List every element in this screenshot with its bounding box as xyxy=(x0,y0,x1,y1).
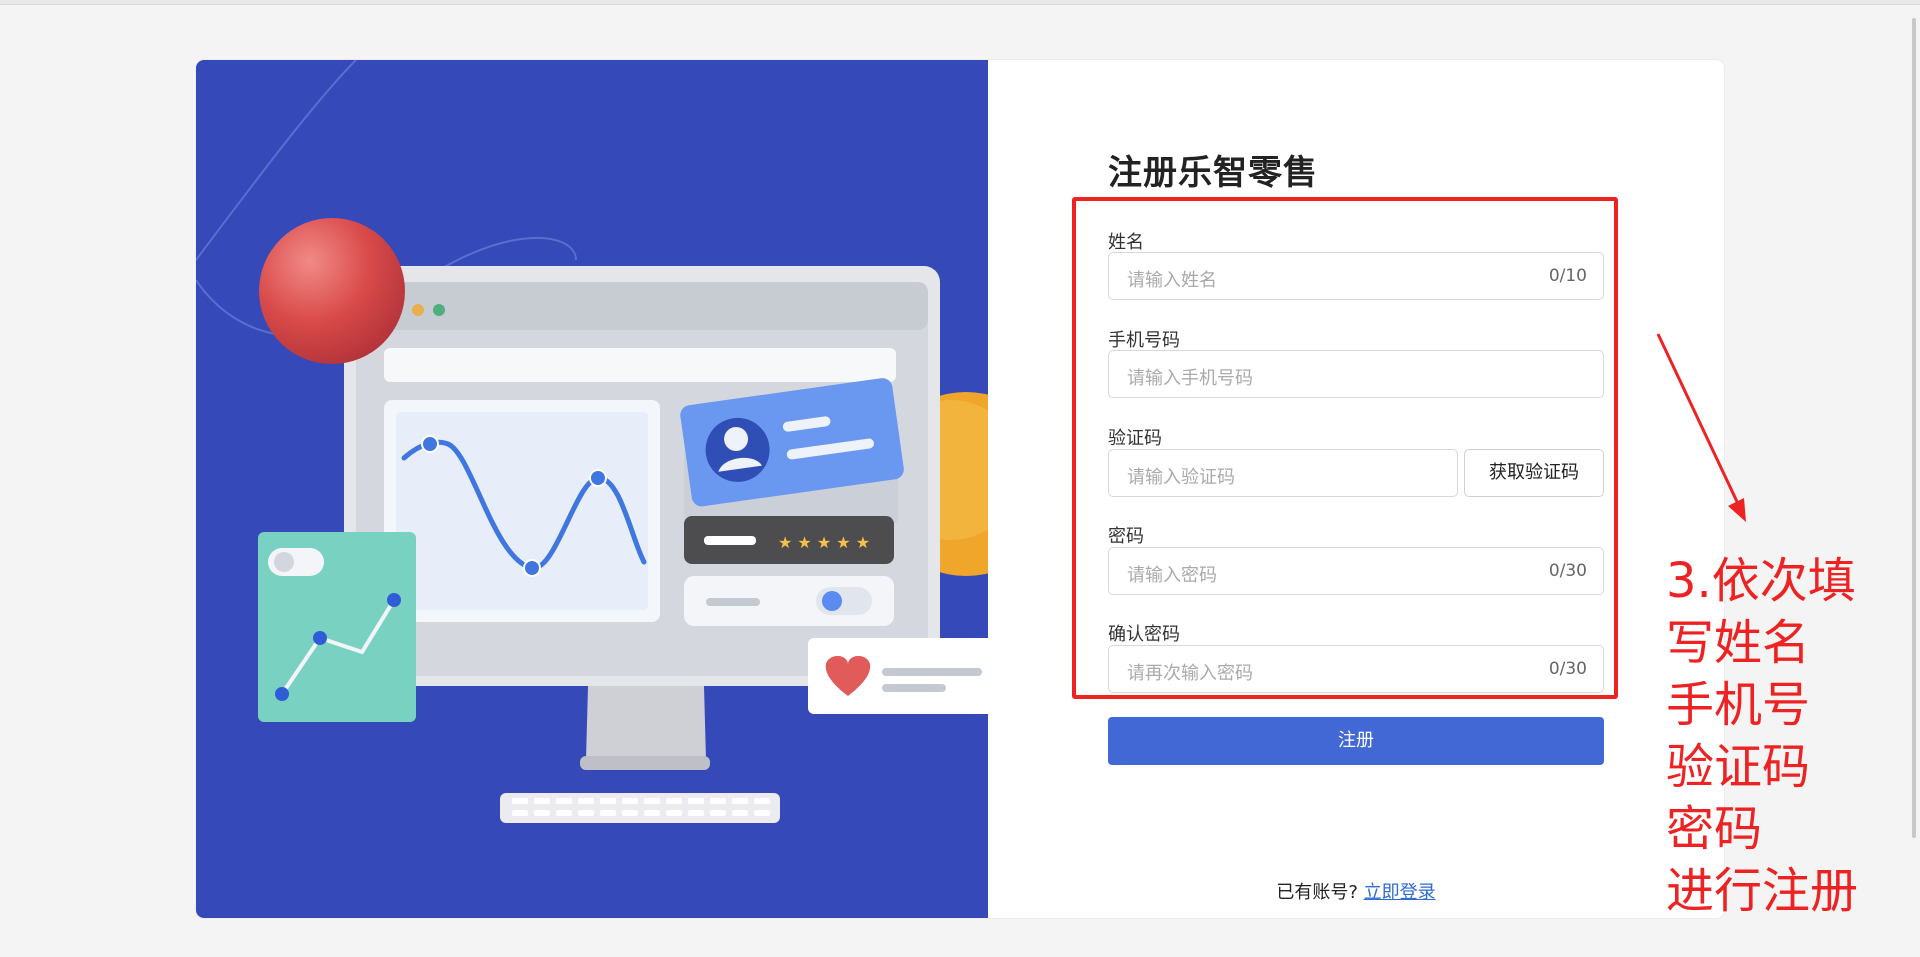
register-card: ★ ★ ★ ★ ★ 注册乐智零售 姓名 请输入姓名 0/10 手机号码 请输入手… xyxy=(196,60,1724,918)
password-counter: 0/30 xyxy=(1548,561,1587,581)
hero-illustration: ★ ★ ★ ★ ★ xyxy=(196,60,988,918)
code-label: 验证码 xyxy=(1108,428,1162,449)
register-button[interactable]: 注册 xyxy=(1108,717,1604,765)
code-input[interactable]: 请输入验证码 xyxy=(1108,449,1458,497)
phone-label: 手机号码 xyxy=(1108,330,1180,351)
computer-illustration: ★ ★ ★ ★ ★ xyxy=(196,60,988,823)
annotation-line: 3.依次填 xyxy=(1666,553,1856,609)
annotation-line: 密码 xyxy=(1666,801,1763,857)
svg-text:★ ★ ★ ★ ★: ★ ★ ★ ★ ★ xyxy=(778,533,870,552)
name-label: 姓名 xyxy=(1108,232,1144,253)
annotation-line: 手机号 xyxy=(1666,677,1811,733)
phone-input[interactable]: 请输入手机号码 xyxy=(1108,350,1604,398)
confirm-label: 确认密码 xyxy=(1108,624,1180,645)
confirm-placeholder: 请再次输入密码 xyxy=(1127,663,1253,684)
get-code-button[interactable]: 获取验证码 xyxy=(1464,449,1604,497)
password-label: 密码 xyxy=(1108,526,1144,547)
name-input[interactable]: 请输入姓名 0/10 xyxy=(1108,252,1604,300)
annotation-arrow-icon xyxy=(1656,333,1746,522)
login-prompt-line: 已有账号? 立即登录 xyxy=(988,878,1724,904)
login-link[interactable]: 立即登录 xyxy=(1364,882,1436,903)
name-placeholder: 请输入姓名 xyxy=(1127,270,1217,291)
confirm-counter: 0/30 xyxy=(1548,659,1587,679)
annotation-text: 3.依次填 写姓名 手机号 验证码 密码 进行注册 xyxy=(1666,550,1906,922)
name-counter: 0/10 xyxy=(1548,266,1587,286)
browser-top-border xyxy=(0,0,1920,5)
register-form-panel: 注册乐智零售 姓名 请输入姓名 0/10 手机号码 请输入手机号码 验证码 请输… xyxy=(988,60,1724,918)
page-scrollbar[interactable] xyxy=(1906,0,1920,957)
page-title: 注册乐智零售 xyxy=(1108,153,1318,193)
login-prompt: 已有账号? xyxy=(1276,882,1358,903)
annotation-line: 写姓名 xyxy=(1666,615,1811,671)
scrollbar-thumb[interactable] xyxy=(1912,18,1916,838)
code-placeholder: 请输入验证码 xyxy=(1127,467,1235,488)
annotation-line: 验证码 xyxy=(1666,739,1811,795)
password-input[interactable]: 请输入密码 0/30 xyxy=(1108,547,1604,595)
phone-placeholder: 请输入手机号码 xyxy=(1127,368,1253,389)
confirm-password-input[interactable]: 请再次输入密码 0/30 xyxy=(1108,645,1604,693)
password-placeholder: 请输入密码 xyxy=(1127,565,1217,586)
annotation-line: 进行注册 xyxy=(1666,863,1859,919)
